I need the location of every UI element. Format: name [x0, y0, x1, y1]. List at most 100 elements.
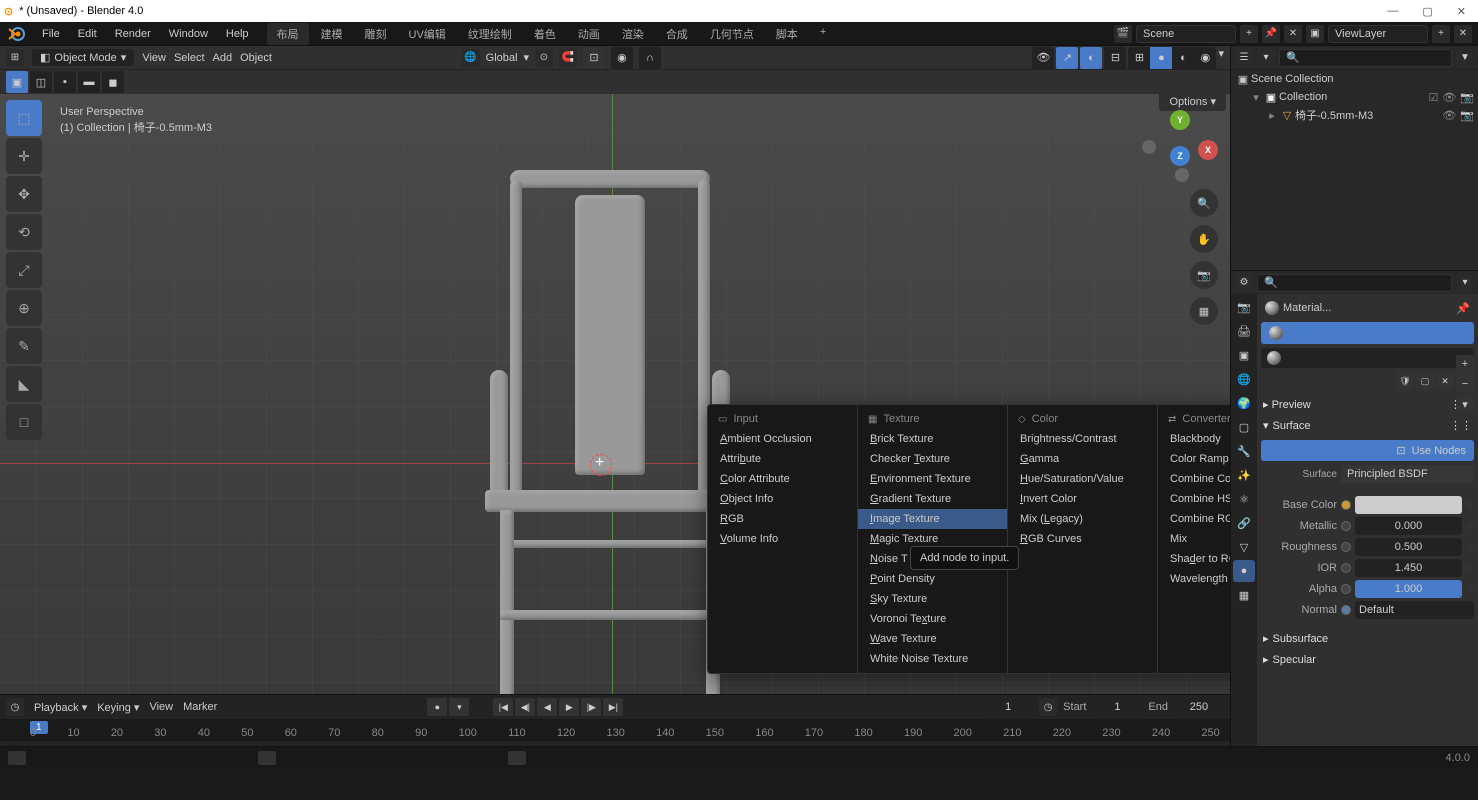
specular-section[interactable]: ▸Specular	[1261, 649, 1474, 670]
menu-gamma[interactable]: Gamma	[1008, 449, 1157, 469]
menu-object-info[interactable]: Object Info	[708, 489, 857, 509]
properties-search-input[interactable]	[1257, 274, 1452, 292]
menu-render[interactable]: Render	[107, 25, 159, 43]
menu-white-noise-texture[interactable]: White Noise Texture	[858, 649, 1007, 669]
play-icon[interactable]: ▶	[559, 698, 579, 716]
menu-voronoi-texture[interactable]: Voronoi Texture	[858, 609, 1007, 629]
link-dot-icon[interactable]	[1466, 522, 1474, 530]
metallic-input[interactable]: 0.000	[1355, 517, 1462, 535]
select-mode-tweak[interactable]: ▣	[6, 71, 28, 93]
select-tool[interactable]: ⬚	[6, 100, 42, 136]
outliner-collection[interactable]: ▾ ▣ Collection ☑👁📷	[1231, 88, 1478, 106]
workspace-tab[interactable]: 建模	[311, 23, 353, 45]
exclude-checkbox-icon[interactable]: ☑	[1428, 91, 1438, 104]
chevron-down-icon[interactable]: ▾	[1218, 47, 1224, 69]
shading-mode-group[interactable]: ⊞ ● ◐ ◉	[1128, 47, 1216, 69]
snap-target-icon[interactable]: ⊡	[583, 47, 605, 69]
roughness-input[interactable]: 0.500	[1355, 538, 1462, 556]
menu-environment-texture[interactable]: Environment Texture	[858, 469, 1007, 489]
editor-type-icon[interactable]: ⊞	[6, 49, 24, 67]
object-properties-tab[interactable]: ▢	[1233, 416, 1255, 438]
outliner-type-icon[interactable]: ☰	[1235, 49, 1253, 67]
move-tool[interactable]: ✥	[6, 176, 42, 212]
start-frame-input[interactable]: 1	[1092, 699, 1142, 715]
particle-properties-tab[interactable]: ✨	[1233, 464, 1255, 486]
surface-shader-dropdown[interactable]: Principled BSDF	[1341, 465, 1474, 483]
render-icon[interactable]: 📷	[1460, 91, 1474, 104]
menu-rgb[interactable]: RGB	[708, 509, 857, 529]
base-color-swatch[interactable]	[1355, 496, 1462, 514]
outliner-scene-collection[interactable]: ▣ Scene Collection	[1231, 70, 1478, 88]
world-properties-tab[interactable]: 🌍	[1233, 392, 1255, 414]
viewlayer-delete-icon[interactable]: ✕	[1454, 25, 1472, 43]
pin-icon[interactable]: 📌	[1456, 302, 1470, 315]
workspace-tab[interactable]: 几何节点	[700, 23, 764, 45]
properties-type-icon[interactable]: ⚙	[1235, 274, 1253, 292]
xray-icon[interactable]: ⊟	[1104, 47, 1126, 69]
end-frame-input[interactable]: 250	[1174, 699, 1224, 715]
properties-options-icon[interactable]: ▾	[1456, 274, 1474, 292]
menu-window[interactable]: Window	[161, 25, 216, 43]
workspace-tab[interactable]: 纹理绘制	[458, 23, 522, 45]
pan-icon[interactable]: ✋	[1190, 225, 1218, 253]
workspace-tab[interactable]: 合成	[656, 23, 698, 45]
menu-file[interactable]: File	[34, 25, 68, 43]
viewport-menu-select[interactable]: Select	[174, 52, 205, 64]
menu-image-texture[interactable]: Image Texture	[858, 509, 1007, 529]
scene-object-chair[interactable]	[480, 170, 740, 694]
material-new-icon[interactable]: ▢	[1416, 372, 1434, 390]
outliner-filter-icon[interactable]: ▼	[1456, 49, 1474, 67]
menu-checker-texture[interactable]: Checker Texture	[858, 449, 1007, 469]
viewport-menu-object[interactable]: Object	[240, 52, 272, 64]
surface-section-header[interactable]: ▾Surface⋮⋮	[1261, 415, 1474, 436]
menu-combine-hsv[interactable]: Combine HSV (Legacy)	[1158, 489, 1230, 509]
annotate-tool[interactable]: ✎	[6, 328, 42, 364]
perspective-toggle-icon[interactable]: ▦	[1190, 297, 1218, 325]
workspace-tab[interactable]: 着色	[524, 23, 566, 45]
viewlayer-properties-tab[interactable]: ▣	[1233, 344, 1255, 366]
link-dot-icon[interactable]	[1466, 585, 1474, 593]
timeline-ruler[interactable]: 1 01020304050607080901001101201301401501…	[0, 719, 1230, 741]
y-axis-handle[interactable]: Y	[1170, 110, 1190, 130]
render-properties-tab[interactable]: 📷	[1233, 296, 1255, 318]
outliner-display-mode-icon[interactable]: ▾	[1257, 49, 1275, 67]
matprev-shade-icon[interactable]: ◐	[1172, 47, 1194, 69]
texture-properties-tab[interactable]: ▦	[1233, 584, 1255, 606]
scene-name-input[interactable]: Scene	[1136, 25, 1236, 43]
add-cube-tool[interactable]: □	[6, 404, 42, 440]
scene-delete-icon[interactable]: ✕	[1284, 25, 1302, 43]
workspace-tab[interactable]: 雕刻	[355, 23, 397, 45]
socket-icon[interactable]	[1341, 605, 1351, 615]
constraint-properties-tab[interactable]: 🔗	[1233, 512, 1255, 534]
link-dot-icon[interactable]	[1466, 564, 1474, 572]
expand-icon[interactable]: ▾	[1249, 91, 1263, 104]
subsurface-section[interactable]: ▸Subsurface	[1261, 628, 1474, 649]
viewlayer-name-input[interactable]: ViewLayer	[1328, 25, 1428, 43]
menu-hue-saturation[interactable]: Hue/Saturation/Value	[1008, 469, 1157, 489]
snap-icon[interactable]: 🧲	[559, 49, 577, 67]
pivot-icon[interactable]: ⊙	[535, 49, 553, 67]
physics-properties-tab[interactable]: ⚛	[1233, 488, 1255, 510]
timeline-menu-view[interactable]: View	[149, 701, 173, 713]
preview-section-header[interactable]: ▸ Preview⋮⋮	[1261, 394, 1474, 415]
outliner-object[interactable]: ▸ ▽ 椅子-0.5mm-M3 👁📷	[1231, 106, 1478, 124]
menu-gradient-texture[interactable]: Gradient Texture	[858, 489, 1007, 509]
menu-shader-to-rgb[interactable]: Shader to RGB	[1158, 549, 1230, 569]
socket-icon[interactable]	[1341, 521, 1351, 531]
overlays-toggle-icon[interactable]: ◐	[1080, 47, 1102, 69]
menu-brightness-contrast[interactable]: Brightness/Contrast	[1008, 429, 1157, 449]
material-slot-remove[interactable]: −	[1456, 375, 1474, 393]
menu-wave-texture[interactable]: Wave Texture	[858, 629, 1007, 649]
scale-tool[interactable]: ⤢	[6, 252, 42, 288]
modifier-properties-tab[interactable]: 🔧	[1233, 440, 1255, 462]
material-slot[interactable]	[1261, 322, 1474, 344]
material-breadcrumb[interactable]: Material... 📌	[1261, 298, 1474, 318]
menu-combine-rgb[interactable]: Combine RGB (Legacy)	[1158, 509, 1230, 529]
link-dot-icon[interactable]	[1466, 501, 1474, 509]
ior-input[interactable]: 1.450	[1355, 559, 1462, 577]
next-keyframe-icon[interactable]: |▶	[581, 698, 601, 716]
socket-icon[interactable]	[1341, 563, 1351, 573]
menu-help[interactable]: Help	[218, 25, 257, 43]
3d-viewport[interactable]: User Perspective (1) Collection | 椅子-0.5…	[0, 94, 1230, 694]
timeline-menu-marker[interactable]: Marker	[183, 701, 217, 713]
